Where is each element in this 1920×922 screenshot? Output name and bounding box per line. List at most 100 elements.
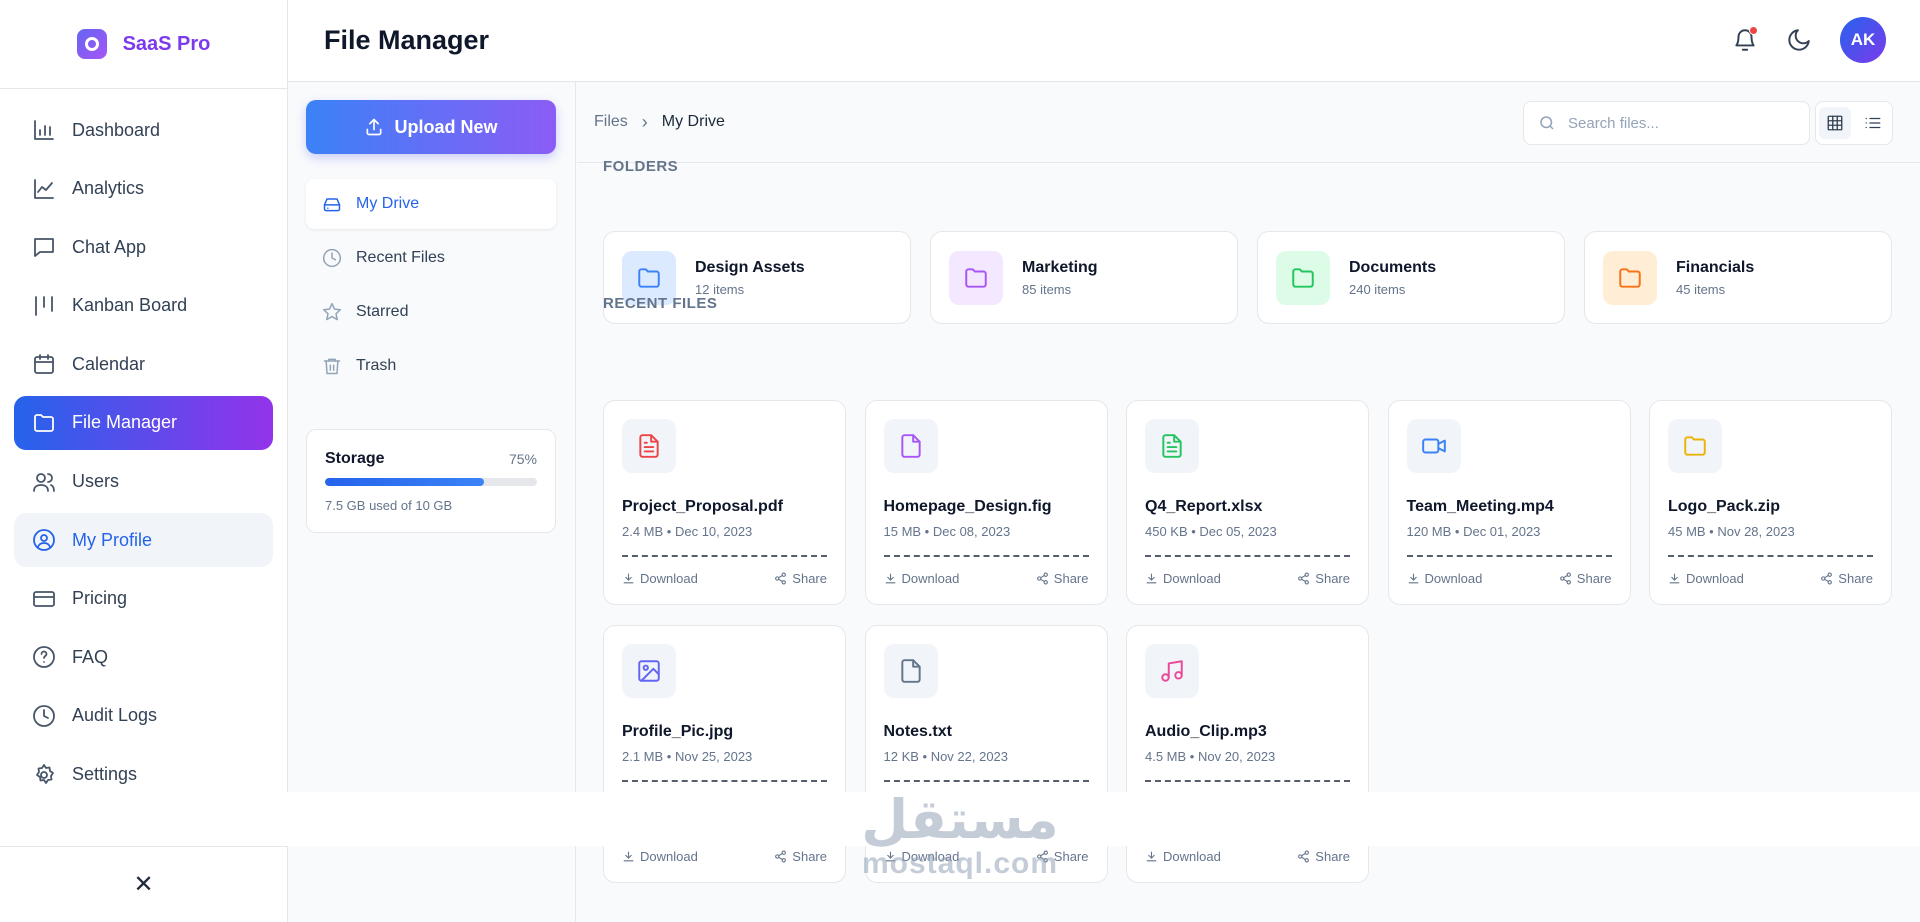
file-card-project-proposal-pdf[interactable]: Project_Proposal.pdf 2.4 MB • Dec 10, 202… (603, 400, 846, 605)
download-button[interactable]: Download (1407, 571, 1482, 586)
sidebar-item-dashboard[interactable]: Dashboard (14, 103, 273, 157)
share-button[interactable]: Share (774, 849, 827, 864)
sidebar-item-label: My Profile (72, 529, 153, 550)
sidebar-item-audit-logs[interactable]: Audit Logs (14, 689, 273, 743)
divider (1145, 555, 1350, 557)
close-sidebar-button[interactable]: ✕ (0, 846, 287, 922)
sidebar-item-users[interactable]: Users (14, 455, 273, 509)
sidebar-item-label: File Manager (72, 412, 178, 433)
breadcrumb-current: My Drive (661, 113, 725, 130)
file-name: Homepage_Design.fig (883, 498, 1052, 515)
file-nav-my-drive[interactable]: My Drive (306, 179, 556, 229)
file-toolbar: Files › My Drive (577, 82, 1920, 163)
download-button[interactable]: Download (622, 849, 698, 864)
share-label: Share (1053, 571, 1089, 586)
share-button[interactable]: Share (1036, 849, 1089, 864)
share-button[interactable]: Share (1559, 571, 1612, 586)
share-icon (1036, 572, 1048, 585)
search-input[interactable] (1568, 114, 1788, 132)
share-label: Share (792, 571, 827, 586)
calendar-icon (34, 354, 54, 375)
folder-card-financials[interactable]: Financials 45 items (1584, 231, 1892, 324)
file-card-homepage-design-fig[interactable]: Homepage_Design.fig 15 MB • Dec 08, 2023 D… (864, 400, 1108, 605)
line-chart-icon (34, 178, 54, 199)
users-icon (33, 472, 55, 492)
share-button[interactable]: Share (1297, 571, 1350, 586)
credit-card-icon (33, 590, 55, 607)
sidebar-item-label: Analytics (72, 178, 145, 199)
folder-icon (34, 414, 54, 432)
download-button[interactable]: Download (884, 571, 960, 586)
download-button[interactable]: Download (1145, 571, 1221, 586)
share-button[interactable]: Share (1297, 849, 1350, 864)
file-icon-tile (1406, 419, 1461, 473)
share-icon (775, 850, 787, 863)
share-button[interactable]: Share (774, 571, 827, 586)
download-label: Download (901, 849, 960, 864)
view-toggle (1815, 101, 1893, 145)
sidebar-item-kanban-board[interactable]: Kanban Board (14, 279, 273, 333)
storage-card: Storage 75% 7.5 GB used of 10 GB (306, 429, 556, 533)
divider (622, 780, 827, 782)
file-meta: 12 KB • Nov 22, 2023 (883, 749, 1009, 764)
share-label: Share (792, 849, 827, 864)
notifications-button[interactable] (1732, 26, 1758, 53)
search-box (1523, 101, 1810, 145)
grid-view-button[interactable] (1819, 107, 1851, 139)
download-button[interactable]: Download (884, 849, 960, 864)
recent-files-heading: RECENT FILES (603, 295, 718, 312)
file-nav: My Drive Recent Files Starred Trash (306, 179, 556, 395)
sidebar-item-file-manager[interactable]: File Manager (14, 395, 273, 450)
bar-chart-icon (34, 120, 54, 140)
file-card-q4-report-xlsx[interactable]: Q4_Report.xlsx 450 KB • Dec 05, 2023 Downl… (1126, 400, 1369, 605)
share-button[interactable]: Share (1820, 571, 1873, 586)
download-icon (885, 851, 895, 862)
theme-toggle-button[interactable] (1786, 27, 1812, 53)
file-card-team-meeting-mp4[interactable]: Team_Meeting.mp4 120 MB • Dec 01, 2023 Dow… (1387, 400, 1631, 605)
file-icon-tile (622, 644, 676, 698)
sidebar-item-calendar[interactable]: Calendar (14, 337, 273, 391)
sidebar-item-chat-app[interactable]: Chat App (14, 220, 273, 274)
sidebar-item-my-profile[interactable]: My Profile (14, 513, 273, 568)
storage-progress-fill (325, 478, 484, 486)
file-nav-recent-files[interactable]: Recent Files (306, 233, 556, 283)
download-button[interactable]: Download (1145, 849, 1221, 864)
folder-card-marketing[interactable]: Marketing 85 items (930, 231, 1238, 324)
folder-icon-tile (949, 250, 1003, 305)
spreadsheet-file-icon (1162, 434, 1182, 458)
chat-icon (34, 238, 54, 258)
gear-icon (36, 763, 54, 784)
folders-heading: FOLDERS (603, 158, 679, 175)
brand-name: SaaS Pro (122, 32, 211, 55)
share-button[interactable]: Share (1036, 571, 1089, 586)
file-card-logo-pack-zip[interactable]: Logo_Pack.zip 45 MB • Nov 28, 2023 Downloa… (1649, 400, 1892, 605)
clock-icon (33, 705, 55, 727)
sidebar-item-analytics[interactable]: Analytics (14, 162, 273, 216)
upload-label: Upload New (394, 116, 498, 137)
download-label: Download (901, 571, 960, 586)
download-label: Download (1686, 571, 1744, 586)
brand-logo-icon (76, 29, 107, 59)
brand[interactable]: SaaS Pro (0, 0, 287, 89)
download-button[interactable]: Download (622, 571, 698, 586)
sidebar-item-pricing[interactable]: Pricing (14, 572, 273, 626)
folder-card-documents[interactable]: Documents 240 items (1257, 231, 1565, 324)
file-name: Notes.txt (883, 723, 952, 740)
upload-new-button[interactable]: Upload New (306, 100, 556, 154)
overlay-band-left (0, 792, 288, 846)
help-circle-icon (33, 646, 55, 669)
breadcrumb-files[interactable]: Files (594, 113, 628, 131)
list-view-button[interactable] (1857, 107, 1889, 139)
divider (1406, 555, 1612, 557)
sidebar-item-faq[interactable]: FAQ (14, 630, 273, 684)
upload-icon (366, 118, 382, 136)
storage-used: 7.5 GB used of 10 GB (325, 498, 453, 513)
download-label: Download (640, 571, 698, 586)
download-button[interactable]: Download (1668, 571, 1744, 586)
file-nav-starred[interactable]: Starred (306, 287, 556, 337)
download-label: Download (1163, 571, 1221, 586)
avatar[interactable]: AK (1840, 17, 1886, 63)
download-icon (623, 573, 634, 584)
file-name: Audio_Clip.mp3 (1145, 723, 1267, 740)
file-nav-trash[interactable]: Trash (306, 341, 556, 391)
